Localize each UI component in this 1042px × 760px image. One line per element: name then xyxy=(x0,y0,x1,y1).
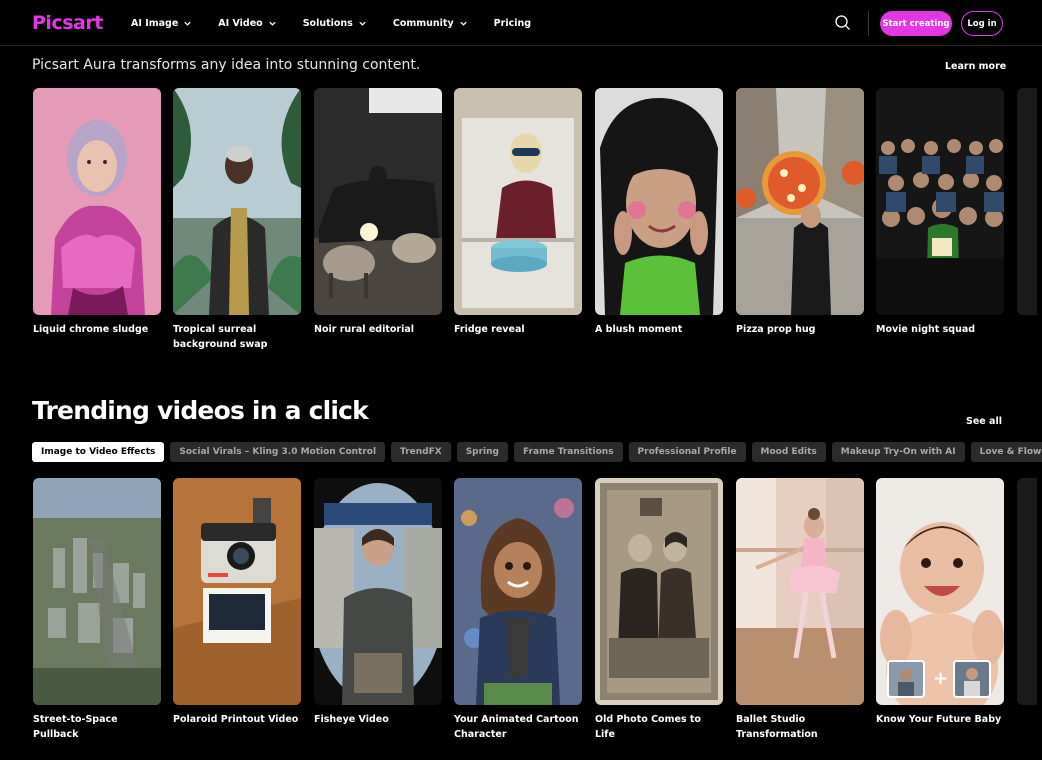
chevron-down-icon xyxy=(184,21,191,26)
parent-2-image xyxy=(955,662,989,696)
menu-community[interactable]: Community xyxy=(393,18,468,29)
menu-ai-video[interactable]: AI Video xyxy=(218,18,276,29)
aura-card-pizza[interactable] xyxy=(736,88,864,315)
tropical-image xyxy=(173,88,301,315)
noir-image xyxy=(314,88,442,315)
blush-image xyxy=(595,88,723,315)
aura-description: Picsart Aura transforms any idea into st… xyxy=(32,57,421,73)
movie-night-image xyxy=(876,88,1004,315)
menu-ai-image[interactable]: AI Image xyxy=(131,18,192,29)
aura-card-caption: Liquid chrome sludge xyxy=(33,324,149,335)
video-card-caption: Fisheye Video xyxy=(314,714,389,725)
parent-1-image xyxy=(889,662,923,696)
aura-card-noir[interactable] xyxy=(314,88,442,315)
parent-photos: + xyxy=(887,660,993,700)
chip-social-virals[interactable]: Social Virals – Kling 3.0 Motion Control xyxy=(170,442,386,462)
video-card-caption: Polaroid Printout Video xyxy=(173,714,299,725)
learn-more-link[interactable]: Learn more xyxy=(945,61,1006,72)
plus-icon: + xyxy=(933,668,949,689)
next-card-peek xyxy=(1017,478,1037,705)
aura-card-caption: Tropical surreal background swap xyxy=(173,324,268,350)
aura-card-fridge[interactable] xyxy=(454,88,582,315)
video-card-caption: Know Your Future Baby xyxy=(876,714,1002,725)
video-card-caption: Street-to-Space Pullback xyxy=(33,714,118,740)
parent-photo-2 xyxy=(953,660,991,698)
chip-mood-edits[interactable]: Mood Edits xyxy=(751,442,826,462)
menu-community-label: Community xyxy=(392,17,454,29)
video-card-polaroid[interactable] xyxy=(173,478,301,705)
next-card-peek xyxy=(1017,88,1037,315)
fisheye-image xyxy=(314,478,442,705)
aura-card-caption: Noir rural editorial xyxy=(314,324,415,335)
aura-card-movie-night[interactable] xyxy=(876,88,1004,315)
cartoon-image xyxy=(454,478,582,705)
aura-card-caption: Movie night squad xyxy=(876,324,976,335)
main-menu: AI Image AI Video Solutions Community Pr… xyxy=(131,0,557,46)
chip-makeup-try-on[interactable]: Makeup Try-On with AI xyxy=(831,442,965,462)
video-card-ballet[interactable] xyxy=(736,478,864,705)
video-card-street-to-space[interactable] xyxy=(33,478,161,705)
liquid-chrome-image xyxy=(33,88,161,315)
nav-divider xyxy=(868,11,869,36)
street-to-space-image xyxy=(33,478,161,705)
menu-ai-video-label: AI Video xyxy=(218,17,263,29)
aura-card-tropical[interactable] xyxy=(173,88,301,315)
video-card-fisheye[interactable] xyxy=(314,478,442,705)
ballet-image xyxy=(736,478,864,705)
chip-professional-profile[interactable]: Professional Profile xyxy=(628,442,746,462)
chevron-down-icon xyxy=(460,21,467,26)
search-icon[interactable] xyxy=(834,14,852,32)
aura-card-caption: Pizza prop hug xyxy=(736,324,816,335)
aura-card-blush[interactable] xyxy=(595,88,723,315)
menu-pricing[interactable]: Pricing xyxy=(494,18,531,29)
chevron-down-icon xyxy=(269,21,276,26)
category-chips: Image to Video Effects Social Virals – Kl… xyxy=(32,442,1042,464)
chip-love-flowers[interactable]: Love & Flowers xyxy=(970,442,1042,462)
aura-card-caption: A blush moment xyxy=(595,324,683,335)
video-card-old-photo[interactable] xyxy=(595,478,723,705)
login-button[interactable]: Log in xyxy=(961,11,1003,36)
menu-pricing-label: Pricing xyxy=(493,17,532,29)
chip-frame-transitions[interactable]: Frame Transitions xyxy=(514,442,623,462)
old-photo-image xyxy=(595,478,723,705)
chevron-down-icon xyxy=(359,21,366,26)
trending-title: Trending videos in a click xyxy=(32,396,369,425)
start-creating-button[interactable]: Start creating xyxy=(880,11,952,36)
aura-card-liquid-chrome[interactable] xyxy=(33,88,161,315)
picsart-logo[interactable]: Picsart xyxy=(32,12,103,34)
menu-solutions[interactable]: Solutions xyxy=(303,18,367,29)
video-card-caption: Your Animated Cartoon Character xyxy=(454,714,579,740)
chip-trendfx[interactable]: TrendFX xyxy=(391,442,451,462)
polaroid-image xyxy=(173,478,301,705)
aura-card-caption: Fridge reveal xyxy=(454,324,525,335)
chip-image-to-video[interactable]: Image to Video Effects xyxy=(32,442,165,462)
menu-ai-image-label: AI Image xyxy=(131,17,179,29)
video-card-caption: Ballet Studio Transformation xyxy=(736,714,818,740)
menu-solutions-label: Solutions xyxy=(302,17,353,29)
pizza-image xyxy=(736,88,864,315)
top-navbar: Picsart AI Image AI Video Solutions Comm… xyxy=(0,0,1042,46)
parent-photo-1 xyxy=(887,660,925,698)
fridge-image xyxy=(454,88,582,315)
chip-spring[interactable]: Spring xyxy=(456,442,508,462)
video-card-cartoon[interactable] xyxy=(454,478,582,705)
video-card-caption: Old Photo Comes to Life xyxy=(595,714,701,740)
see-all-link[interactable]: See all xyxy=(966,416,1002,427)
